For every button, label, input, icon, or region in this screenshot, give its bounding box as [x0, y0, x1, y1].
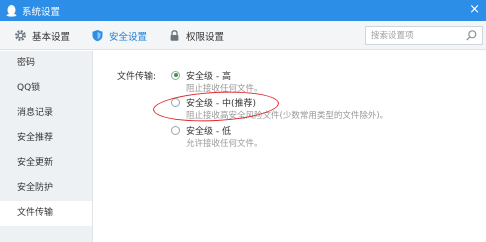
security-level-low-option[interactable]: 安全级 - 低 允许接收任何文件。 [171, 124, 263, 149]
radio-button[interactable] [171, 125, 180, 135]
option-description: 阻止接收高安全风险文件(少数常用类型的文件除外)。 [186, 111, 389, 121]
tab-label: 基本设置 [32, 31, 71, 43]
option-description: 阻止接收任何文件。 [186, 84, 263, 94]
option-title: 安全级 - 低 [186, 126, 231, 137]
lock-icon [170, 30, 179, 41]
gear-icon [15, 30, 26, 41]
security-level-medium-option[interactable]: 安全级 - 中(推荐) 阻止接收高安全风险文件(少数常用类型的文件除外)。 [171, 96, 388, 121]
tab-label: 权限设置 [186, 31, 225, 43]
sidebar-item-qq-lock[interactable]: QQ锁 [0, 76, 92, 101]
shield-icon [92, 30, 103, 42]
search-icon[interactable] [465, 29, 478, 42]
option-title: 安全级 - 高 [186, 71, 231, 82]
option-description: 允许接收任何文件。 [186, 139, 263, 149]
sidebar-item-message-history[interactable]: 消息记录 [0, 101, 92, 126]
security-level-high-option[interactable]: 安全级 - 高 阻止接收任何文件。 [171, 69, 263, 94]
sidebar: 密码 QQ锁 消息记录 安全推荐 安全更新 安全防护 文件传输 [0, 51, 93, 242]
toolbar: 基本设置 安全设置 权限设置 [0, 21, 486, 50]
sidebar-item-security-update[interactable]: 安全更新 [0, 151, 92, 176]
qq-penguin-icon [6, 5, 17, 17]
radio-button[interactable] [171, 70, 180, 80]
search-box [365, 26, 483, 45]
window-title: 系统设置 [22, 7, 61, 18]
tab-basic-settings[interactable]: 基本设置 [14, 21, 70, 50]
search-input[interactable] [366, 27, 462, 44]
sidebar-item-security-recommend[interactable]: 安全推荐 [0, 126, 92, 151]
sidebar-item-security-protection[interactable]: 安全防护 [0, 176, 92, 201]
title-bar: 系统设置 × [0, 0, 486, 21]
tab-label: 安全设置 [109, 31, 148, 43]
sidebar-item-file-transfer[interactable]: 文件传输 [0, 201, 92, 226]
sidebar-item-password[interactable]: 密码 [0, 51, 92, 76]
settings-panel: 文件传输: 安全级 - 高 阻止接收任何文件。 安全级 - 中(推荐) 阻止接收… [94, 51, 486, 242]
tab-security-settings[interactable]: 安全设置 [91, 21, 147, 50]
option-title: 安全级 - 中(推荐) [186, 98, 256, 109]
radio-button[interactable] [171, 97, 180, 107]
file-transfer-label: 文件传输: [117, 72, 157, 82]
close-button[interactable]: × [469, 2, 480, 17]
tab-permission-settings[interactable]: 权限设置 [168, 21, 224, 50]
